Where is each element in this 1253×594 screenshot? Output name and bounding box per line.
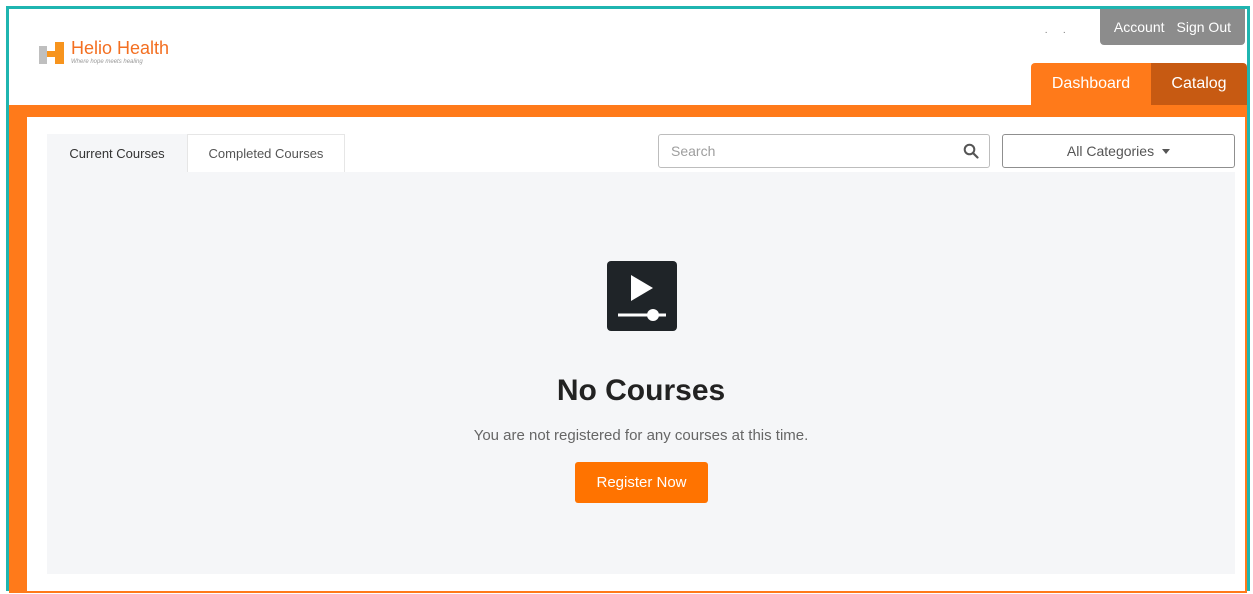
search-box xyxy=(658,134,990,168)
courses-panel: No Courses You are not registered for an… xyxy=(47,172,1235,574)
brand-name: Helio Health xyxy=(71,38,170,58)
logo-text: Helio Health Where hope meets healing xyxy=(71,39,169,65)
sign-out-link[interactable]: Sign Out xyxy=(1171,19,1237,35)
main-nav: Dashboard Catalog xyxy=(1031,63,1247,105)
tab-completed-courses[interactable]: Completed Courses xyxy=(187,134,345,172)
nav-underline-bar xyxy=(9,105,1247,117)
logo[interactable]: Helio Health Where hope meets healing xyxy=(39,39,169,65)
empty-state-message: You are not registered for any courses a… xyxy=(473,427,809,444)
dots-decoration: · · xyxy=(1044,27,1072,38)
empty-state-title: No Courses xyxy=(556,374,726,407)
nav-catalog[interactable]: Catalog xyxy=(1151,63,1247,105)
course-tabs: Current Courses Completed Courses xyxy=(47,134,345,172)
app-window: Helio Health Where hope meets healing · … xyxy=(6,6,1250,593)
tab-current-courses[interactable]: Current Courses xyxy=(47,134,187,172)
helio-logo-icon xyxy=(39,40,65,64)
header: Helio Health Where hope meets healing · … xyxy=(9,9,1247,109)
brand-tagline: Where hope meets healing xyxy=(71,59,143,65)
caret-down-icon xyxy=(1162,148,1171,154)
account-link[interactable]: Account xyxy=(1108,19,1171,35)
content-area: Current Courses Completed Courses All Ca… xyxy=(9,117,1247,593)
category-dropdown[interactable]: All Categories xyxy=(1002,134,1235,168)
register-now-button[interactable]: Register Now xyxy=(575,462,708,503)
account-bar: Account Sign Out xyxy=(1099,9,1245,45)
search-input[interactable] xyxy=(669,135,953,167)
search-icon[interactable] xyxy=(963,143,979,159)
video-player-icon xyxy=(607,261,677,331)
category-selected: All Categories xyxy=(1066,143,1155,159)
nav-dashboard[interactable]: Dashboard xyxy=(1031,63,1151,105)
